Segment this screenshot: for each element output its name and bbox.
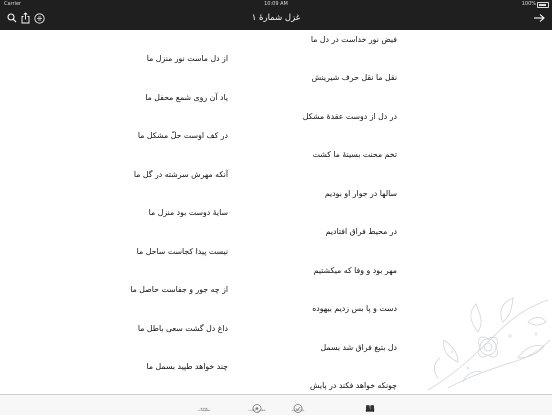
note-icon: [293, 398, 303, 413]
verse-8-first[interactable]: دست و پا بس زدیم بیهوده: [312, 304, 397, 313]
verse-1-second[interactable]: از دل ماست نور منزل ما: [147, 54, 228, 63]
verse-9-second[interactable]: چند خواهد طپید بسمل ما: [147, 362, 229, 371]
battery-percent: 100%: [521, 1, 536, 7]
arrow-right-icon[interactable]: [532, 12, 546, 24]
verse-4-second[interactable]: آنکه مهرش سرشته در گل ما: [134, 170, 228, 179]
verse-9-first[interactable]: دل بتیغ فراق شد بسمل: [321, 343, 397, 352]
verse-1-first[interactable]: فیض نور خداست در دل ما: [311, 35, 397, 44]
verse-2-second[interactable]: یاد آن روی شمع محفل ما: [145, 93, 228, 102]
verse-8-second[interactable]: داغ دل گشت سعی باطل ما: [138, 324, 228, 333]
verse-6-second[interactable]: نیست پیدا کجاست ساحل ما: [137, 247, 228, 256]
top-bar: Carrier 10:09 AM 100% غزل شمارهٔ ۱: [0, 0, 552, 30]
tab-dictionary[interactable]: معانی لغات: [237, 396, 277, 414]
verse-10-first[interactable]: چونکه خواهد فکند در پایش: [310, 381, 397, 390]
verse-6-first[interactable]: در محیط فراق افتادیم: [326, 227, 397, 236]
tab-notes[interactable]: یادداشت: [278, 396, 318, 414]
verse-2-first[interactable]: نقل ما نقل حرف شیرینش: [312, 73, 397, 82]
verse-5-first[interactable]: سالها در جوار او بودیم: [325, 189, 397, 198]
dictionary-icon: [252, 398, 262, 413]
tab-verses-label: ابیات: [365, 408, 375, 412]
status-time: 10:09 AM: [264, 1, 288, 7]
tab-notes-label: یادداشت: [291, 408, 305, 412]
verse-7-first[interactable]: مهر بود و وفا که میکشتیم: [314, 266, 397, 275]
verse-5-second[interactable]: سایهٔ دوست بود منزل ما: [149, 208, 228, 217]
verse-3-first[interactable]: در دل از دوست عقدهٔ مشکل: [303, 112, 397, 121]
verse-4-first[interactable]: تخم محنت بسینهٔ ما کشت: [313, 150, 397, 159]
more-icon: [199, 398, 209, 410]
status-bar: Carrier 10:09 AM 100%: [0, 0, 552, 9]
verse-7-second[interactable]: از چه جور و جفاست حاصل ما: [130, 285, 228, 294]
verse-3-second[interactable]: در کف اوست حلّ مشکل ما: [138, 131, 228, 140]
tab-bar: ابیات یادداشت معانی لغات تنظیمات: [0, 394, 552, 415]
page-title: غزل شمارهٔ ۱: [251, 13, 301, 23]
battery-icon: [537, 2, 549, 8]
tab-settings-label: تنظیمات: [197, 408, 211, 412]
tab-dictionary-label: معانی لغات: [248, 408, 266, 412]
tab-verses[interactable]: ابیات: [350, 396, 390, 414]
floral-decoration: [418, 292, 552, 394]
tab-settings[interactable]: تنظیمات: [184, 396, 224, 414]
book-icon: [365, 398, 375, 413]
navigation-bar: غزل شمارهٔ ۱: [0, 9, 552, 30]
